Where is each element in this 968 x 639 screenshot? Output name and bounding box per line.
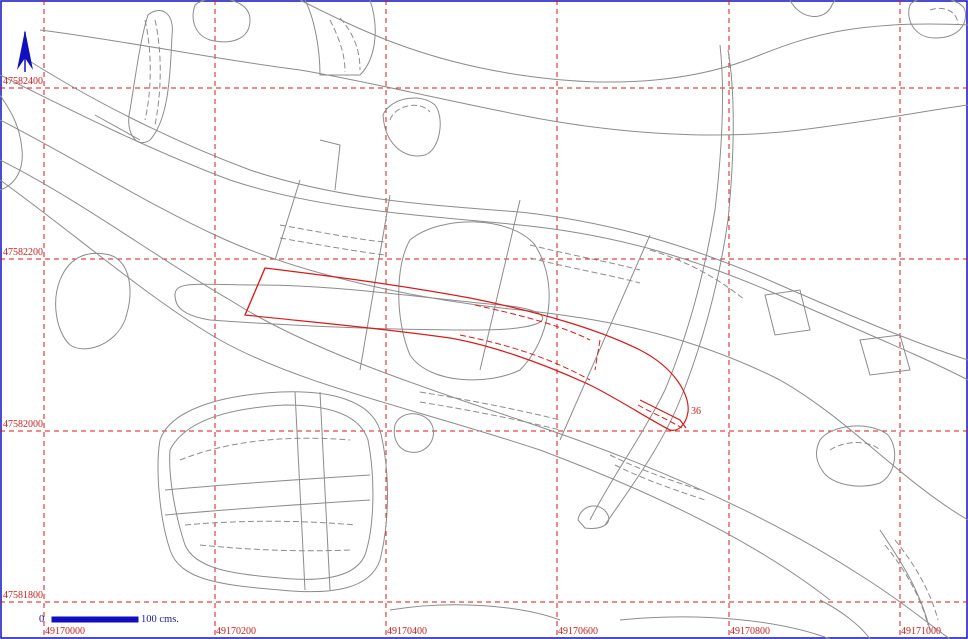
grid-y-label: 47581800 <box>3 590 43 601</box>
contour-lines <box>0 0 968 639</box>
scale-bar: 0 100 cms. <box>39 614 179 625</box>
grid-y-label: 47582200 <box>3 247 43 258</box>
grid-x-label: 49171000 <box>901 626 941 637</box>
grid-x-label: 49170800 <box>730 626 770 637</box>
feature-label: 36 <box>691 406 701 417</box>
grid-x-label: 49170000 <box>45 626 85 637</box>
north-arrow-icon <box>17 30 33 72</box>
grid-x-label: 49170600 <box>558 626 598 637</box>
grid-y-label: 47582400 <box>3 76 43 87</box>
archaeological-plan-map: 36 49170000 49170200 49170400 49170600 4… <box>0 0 968 639</box>
grid-lines <box>0 0 968 639</box>
map-frame <box>0 0 968 639</box>
scale-end-label: 100 cms. <box>141 614 179 625</box>
grid-x-label: 49170200 <box>216 626 256 637</box>
grid-y-labels: 47582400 47582200 47582000 47581800 <box>3 76 43 601</box>
grid-x-label: 49170400 <box>387 626 427 637</box>
grid-y-label: 47582000 <box>3 419 43 430</box>
scale-start-label: 0 <box>39 614 44 625</box>
